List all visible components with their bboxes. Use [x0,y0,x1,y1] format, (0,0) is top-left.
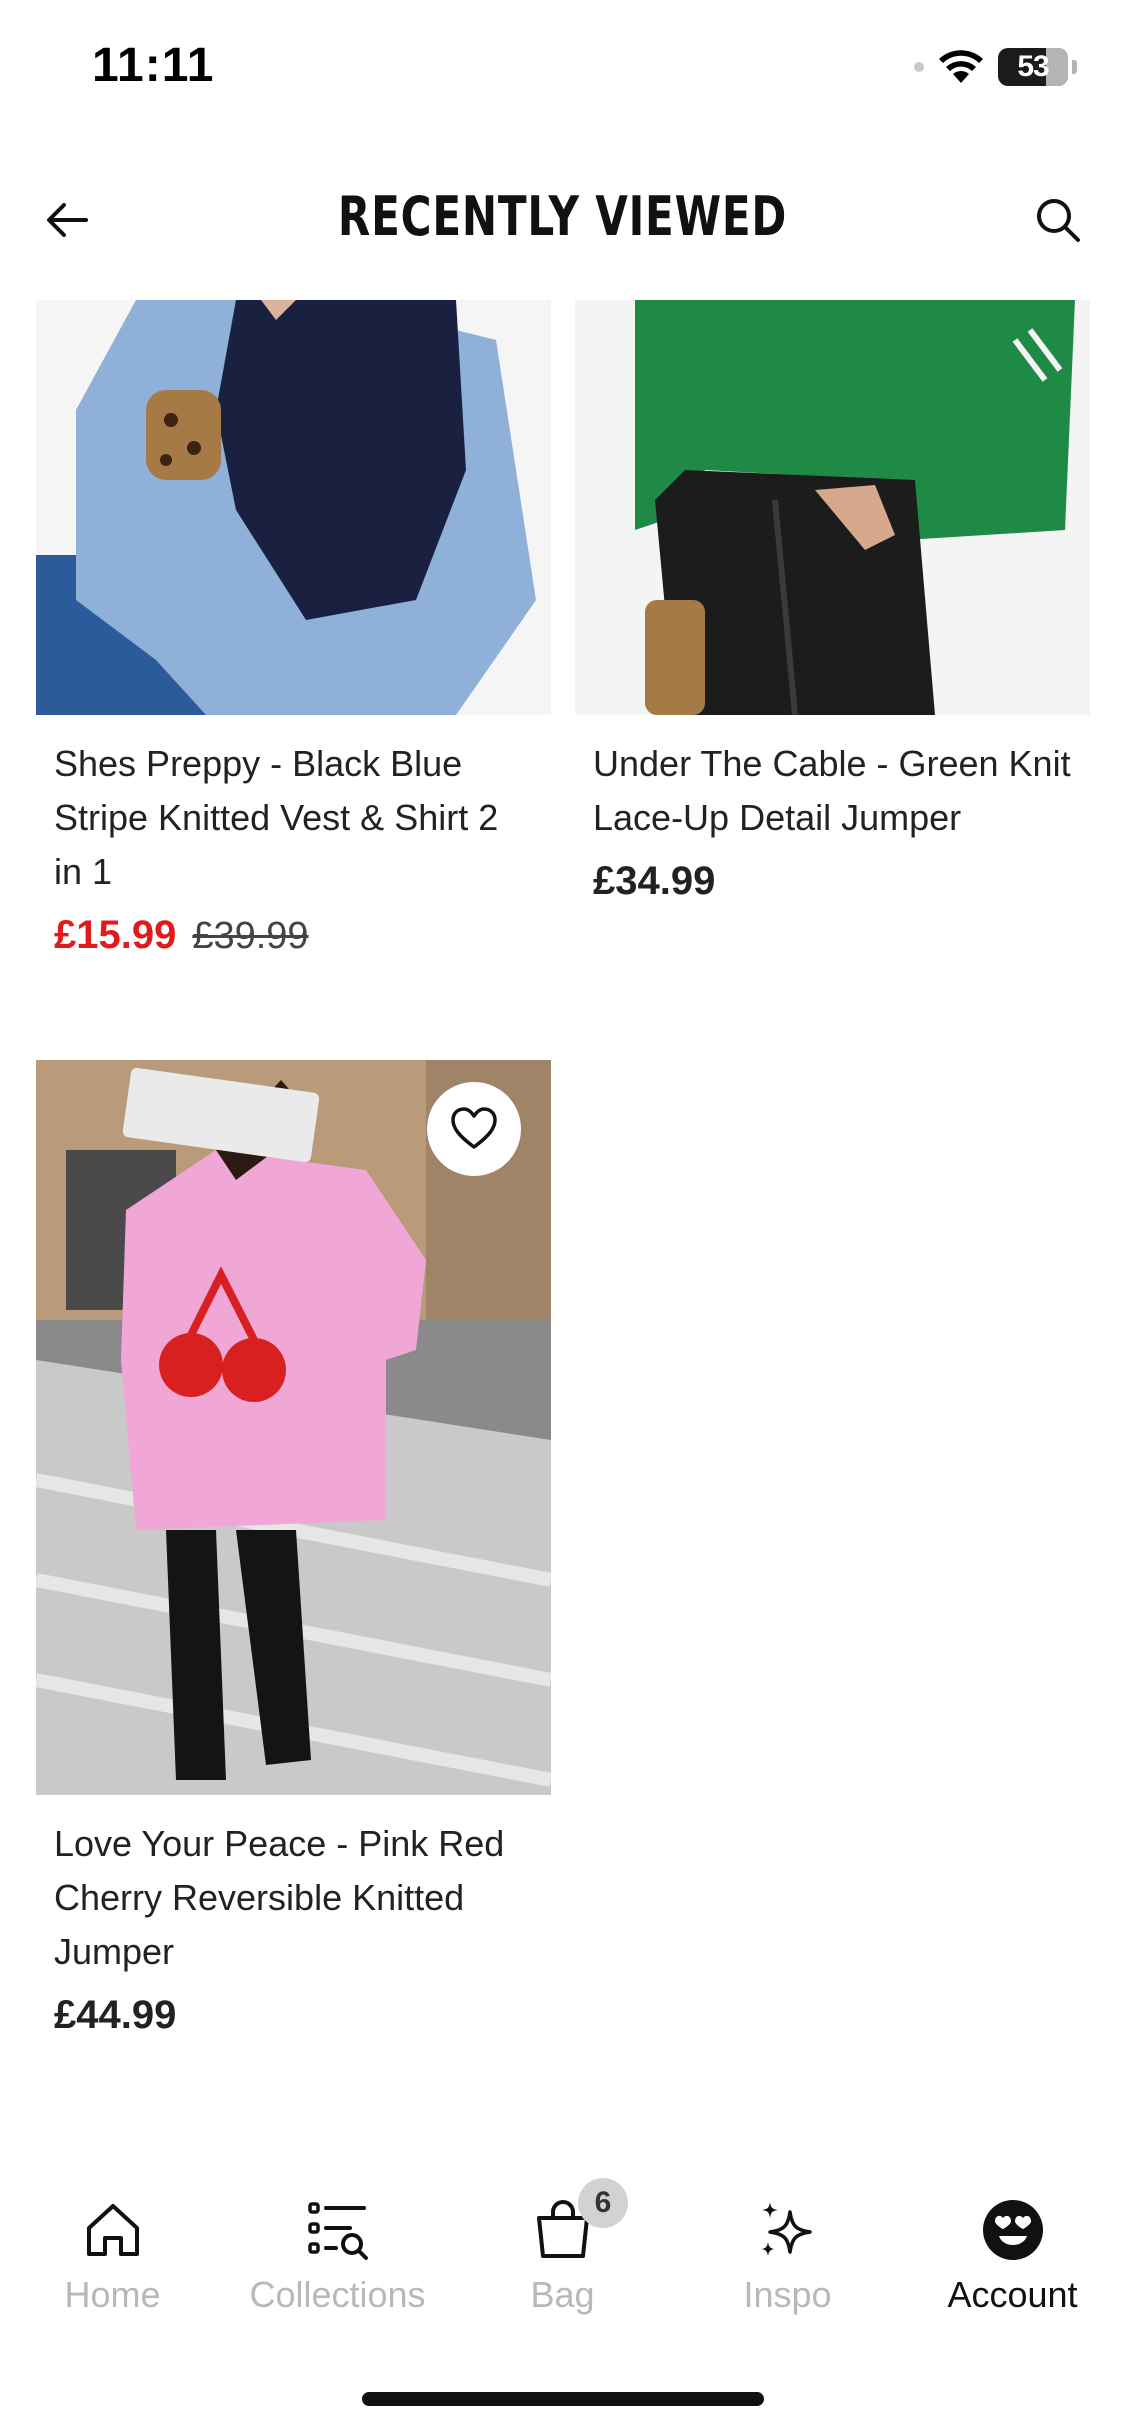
product-card[interactable]: Under The Cable - Green Knit Lace-Up Det… [575,300,1090,904]
collections-icon [307,2202,368,2260]
wishlist-button[interactable] [427,1082,521,1176]
price: £34.99 [593,859,716,903]
sale-price: £15.99 [54,913,177,957]
product-title: Love Your Peace - Pink Red Cherry Revers… [54,1823,505,1972]
nav-bag[interactable]: 6 Bag [450,2170,675,2360]
nav-collections[interactable]: Collections [225,2170,450,2360]
product-image[interactable] [36,300,551,715]
product-title: Shes Preppy - Black Blue Stripe Knitted … [54,743,499,892]
product-photo-vest-shirt [36,300,551,715]
search-button[interactable] [1027,189,1089,251]
product-card[interactable]: Love Your Peace - Pink Red Cherry Revers… [36,1060,551,2038]
bottom-nav: Home Collections 6 Bag Inspo Account [0,2170,1125,2360]
original-price: £39.99 [192,915,309,957]
screen: 11:11 53 RECENTLY VIEWED Shes Preppy - B… [0,0,1125,2436]
sparkle-icon [761,2202,812,2256]
product-grid: Shes Preppy - Black Blue Stripe Knitted … [0,300,1125,2140]
battery-icon: 53 [998,48,1068,86]
arrow-left-icon [47,203,88,237]
product-image[interactable] [36,1060,551,1795]
nav-label: Collections [249,2274,426,2315]
wifi-icon [938,49,984,85]
status-time: 11:11 [92,39,215,92]
back-button[interactable] [36,189,98,251]
page-title: RECENTLY VIEWED [337,185,788,248]
nav-label: Account [947,2274,1078,2315]
price-row: £44.99 [36,1979,551,2038]
price-row: £15.99 £39.99 [36,899,551,958]
battery-level: 53 [1017,50,1049,83]
status-bar: 11:11 53 [0,0,1125,140]
nav-account[interactable]: Account [900,2170,1125,2360]
product-image[interactable] [575,300,1090,715]
product-card[interactable]: Shes Preppy - Black Blue Stripe Knitted … [36,300,551,958]
nav-inspo[interactable]: Inspo [675,2170,900,2360]
bag-count-badge: 6 [578,2178,628,2228]
header: RECENTLY VIEWED [0,165,1125,275]
nav-home[interactable]: Home [0,2170,225,2360]
search-icon [1037,199,1080,242]
product-title: Under The Cable - Green Knit Lace-Up Det… [593,743,1071,838]
status-indicators: 53 [914,48,1077,86]
nav-label: Bag [530,2274,595,2315]
product-photo-green-jumper [575,300,1090,715]
nav-label: Inspo [743,2274,832,2315]
home-indicator[interactable] [362,2392,764,2406]
account-icon [982,2200,1043,2260]
heart-icon [451,1107,497,1149]
nav-label: Home [64,2274,161,2315]
price-row: £34.99 [575,845,1090,904]
battery-nub [1072,60,1077,74]
price: £44.99 [54,1993,177,2037]
home-icon [86,2204,139,2256]
signal-icon [914,62,924,72]
